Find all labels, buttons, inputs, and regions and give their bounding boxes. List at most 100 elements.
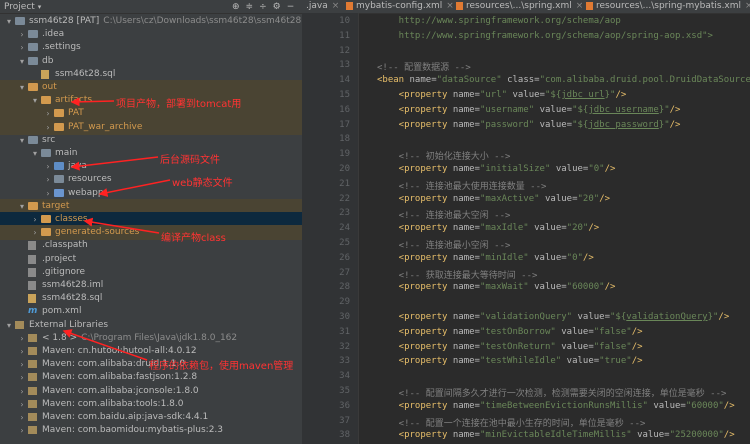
folder-icon (28, 201, 38, 210)
code-line[interactable]: <!-- 连接池最小空闲 --> (377, 238, 511, 251)
file-icon (28, 281, 36, 290)
code-token: value= (544, 193, 578, 204)
chevron-right-icon[interactable]: › (18, 423, 26, 438)
library-icon (28, 333, 37, 342)
code-line[interactable]: <!-- 配置数据源 --> (377, 60, 471, 73)
code-token: "60000" (566, 282, 605, 293)
view-dropdown-icon[interactable]: ▾ (38, 3, 42, 11)
code-line[interactable]: http://www.springframework.org/schema/ao… (377, 16, 621, 26)
close-icon[interactable]: × (446, 1, 454, 11)
tab-java[interactable]: .java × (306, 0, 339, 13)
code-line[interactable]: <property name="maxIdle" value="20"/> (377, 223, 600, 234)
code-line[interactable]: <property name="initialSize" value="0"/> (377, 164, 616, 174)
code-token: name= (452, 90, 480, 100)
collapse-all-icon[interactable]: ÷ (259, 2, 267, 12)
line-number: 29 (339, 297, 350, 308)
hide-icon[interactable]: − (287, 2, 295, 12)
code-token: <property (377, 193, 453, 204)
code-token: <property (377, 252, 453, 263)
code-token: value= (534, 223, 567, 234)
code-token: /> (723, 430, 735, 441)
code-token: name= (452, 430, 480, 441)
code-line[interactable]: <property name="testOnBorrow" value="fal… (377, 327, 643, 337)
tree-item-text: resources (68, 174, 112, 185)
line-number: 28 (339, 282, 350, 293)
code-token: <!-- 配置一个连接在池中最小生存的时间，单位是毫秒 --> (377, 418, 646, 429)
line-number: 37 (339, 415, 350, 426)
tree-item-text: Maven: com.alibaba:jconsole:1.8.0 (42, 385, 199, 396)
code-token: "username" (479, 104, 540, 115)
tree-item-text: out (42, 82, 57, 92)
code-token: "maxIdle" (479, 223, 535, 234)
sql-file-icon (41, 69, 49, 79)
code-token: value= (539, 119, 573, 130)
code-token: }" (658, 119, 670, 130)
code-line[interactable]: <property name="minEvictableIdleTimeMill… (377, 430, 735, 440)
code-token: value= (555, 164, 589, 174)
code-line[interactable]: <property name="validationQuery" value="… (377, 312, 730, 322)
code-token: class= (507, 75, 540, 86)
close-icon[interactable]: × (576, 1, 584, 11)
code-line[interactable]: <property name="timeBetweenEvictionRunsM… (377, 401, 735, 411)
code-line[interactable]: <property name="url" value="${jdbc_url}"… (377, 90, 627, 100)
code-token: name= (452, 326, 480, 337)
xml-file-icon (586, 1, 593, 10)
code-token: name= (452, 119, 480, 130)
code-token: /> (588, 223, 600, 234)
code-line[interactable]: <!-- 配置一个连接在池中最小生存的时间，单位是毫秒 --> (377, 416, 646, 429)
tree-item-text: < 1.8 > (42, 332, 78, 343)
code-line[interactable]: <property name="maxWait" value="60000"/> (377, 282, 616, 293)
close-icon[interactable]: × (745, 1, 750, 11)
code-token: <property (377, 90, 453, 100)
code-token: /> (631, 326, 643, 337)
code-token: <property (377, 164, 453, 174)
project-view-title[interactable]: Project (4, 2, 35, 12)
tab-spring-xml[interactable]: resources\...\spring.xml × (456, 0, 583, 13)
code-line[interactable]: <!-- 连接池最大使用连接数量 --> (377, 179, 547, 192)
code-token: <property (377, 104, 453, 115)
code-token: "maxWait" (479, 282, 535, 293)
code-line[interactable]: <property name="username" value="${jdbc_… (377, 104, 681, 115)
expand-all-icon[interactable]: ≑ (246, 2, 254, 12)
code-token: "60000" (685, 400, 724, 411)
line-number: 30 (339, 312, 350, 322)
line-number: 14 (339, 75, 350, 86)
code-token: "0" (588, 164, 605, 174)
close-icon[interactable]: × (332, 1, 340, 11)
code-token: name= (452, 193, 480, 204)
code-line[interactable]: http://www.springframework.org/schema/ao… (377, 31, 713, 41)
code-token: name= (452, 164, 480, 174)
code-token: value= (653, 400, 686, 411)
tree-item-text: External Libraries (29, 319, 109, 330)
code-line[interactable]: <bean name="dataSource" class="com.aliba… (377, 75, 750, 85)
code-token: validationQuery (626, 312, 708, 322)
tree-item-text: Maven: com.baomidou:mybatis-plus:2.3 (42, 425, 224, 436)
code-line[interactable]: <!-- 初始化连接大小 --> (377, 149, 511, 163)
code-line[interactable]: <property name="minIdle" value="0"/> (377, 253, 594, 263)
code-token: value= (561, 341, 594, 352)
tree-item[interactable]: › Maven: com.baomidou:mybatis-plus:2.3 (0, 423, 302, 438)
code-line[interactable]: <!-- 获取连接最大等待时间 --> (377, 268, 538, 281)
code-line[interactable]: <property name="maxActive" value="20"/> (377, 194, 610, 204)
gear-icon[interactable]: ⚙ (273, 2, 281, 12)
code-token: "dataSource" (436, 75, 508, 86)
code-token: <!-- 初始化连接大小 --> (377, 152, 511, 163)
locate-icon[interactable]: ⊕ (232, 2, 240, 12)
code-token: <property (377, 312, 453, 322)
folder-icon (28, 56, 38, 65)
code-line[interactable]: <property name="testOnReturn" value="fal… (377, 342, 643, 352)
tab-mybatis-config[interactable]: mybatis-config.xml × (346, 0, 454, 13)
tab-spring-mybatis[interactable]: resources\...\spring-mybatis.xml× (586, 0, 750, 13)
tree-item-text: artifacts (55, 95, 93, 106)
project-tool-header: Project ▾ ⊕ ≑ ÷ ⚙ − (0, 0, 302, 14)
code-line[interactable]: <property name="password" value="${jdbc_… (377, 119, 681, 130)
code-editor[interactable]: http://www.springframework.org/schema/ao… (359, 13, 750, 444)
code-line[interactable]: <property name="testWhileIdle" value="tr… (377, 356, 643, 366)
code-line[interactable]: <!-- 连接池最大空闲 --> (377, 208, 511, 221)
line-number: 35 (339, 386, 350, 396)
code-line[interactable]: <!-- 配置间隔多久才进行一次检测，检测需要关闭的空闲连接，单位是毫秒 --> (377, 386, 727, 399)
line-number: 36 (339, 400, 350, 411)
code-token: <property (377, 400, 453, 411)
code-token: value= (637, 430, 670, 441)
tree-item-label: Maven: com.baomidou:mybatis-plus:2.3 (42, 423, 223, 438)
